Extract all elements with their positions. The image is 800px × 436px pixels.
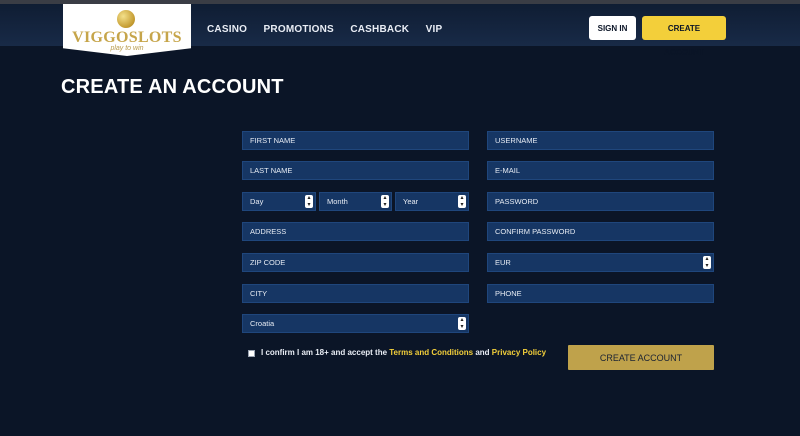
dob-year-select[interactable]: Year ▴ ▾ [395, 192, 469, 211]
main-nav: CASINO PROMOTIONS CASHBACK VIP [207, 19, 454, 39]
city-field[interactable]: CITY [242, 284, 469, 303]
zip-code-field[interactable]: ZIP CODE [242, 253, 469, 272]
site-header: VIGGOSLOTS play to win CASINO PROMOTIONS… [0, 4, 800, 57]
create-account-submit-button[interactable]: CREATE ACCOUNT [568, 345, 714, 370]
dob-day-select[interactable]: Day ▴ ▾ [242, 192, 316, 211]
currency-value: EUR [495, 258, 511, 267]
address-field[interactable]: ADDRESS [242, 222, 469, 241]
sign-in-button[interactable]: SIGN IN [589, 16, 636, 40]
nav-promotions[interactable]: PROMOTIONS [264, 24, 334, 35]
country-select[interactable]: Croatia ▴ ▾ [242, 314, 469, 333]
first-name-field[interactable]: FIRST NAME [242, 131, 469, 150]
logo-emblem-icon [117, 10, 135, 28]
select-arrows-icon: ▴ ▾ [305, 195, 313, 208]
email-field[interactable]: E-MAIL [487, 161, 714, 180]
dob-month-value: Month [327, 197, 348, 206]
dob-year-value: Year [403, 197, 419, 206]
dob-month-select[interactable]: Month ▴ ▾ [319, 192, 392, 211]
logo-tagline: play to win [110, 45, 144, 52]
select-arrows-icon: ▴ ▾ [703, 256, 711, 269]
header-create-account-button[interactable]: CREATE ACCOUNT [642, 16, 726, 57]
select-arrows-icon: ▴ ▾ [381, 195, 389, 208]
currency-select[interactable]: EUR ▴ ▾ [487, 253, 714, 272]
country-value: Croatia [250, 319, 275, 328]
username-field[interactable]: USERNAME [487, 131, 714, 150]
dob-day-value: Day [250, 197, 264, 206]
nav-cashback[interactable]: CASHBACK [350, 24, 409, 35]
privacy-link[interactable]: Privacy Policy [492, 348, 546, 357]
page-title: CREATE AN ACCOUNT [61, 76, 284, 98]
consent-and: and [473, 348, 492, 357]
select-arrows-icon: ▴ ▾ [458, 317, 466, 330]
confirm-password-field[interactable]: CONFIRM PASSWORD [487, 222, 714, 241]
terms-link[interactable]: Terms and Conditions [389, 348, 473, 357]
consent-text: I confirm I am 18+ and accept the Terms … [261, 348, 546, 357]
nav-vip[interactable]: VIP [426, 24, 443, 35]
site-logo[interactable]: VIGGOSLOTS play to win [63, 4, 191, 56]
phone-field[interactable]: PHONE [487, 284, 714, 303]
password-field[interactable]: PASSWORD [487, 192, 714, 211]
age-terms-checkbox[interactable] [248, 350, 255, 357]
last-name-field[interactable]: LAST NAME [242, 161, 469, 180]
select-arrows-icon: ▴ ▾ [458, 195, 466, 208]
consent-prefix: I confirm I am 18+ and accept the [261, 348, 390, 357]
nav-casino[interactable]: CASINO [207, 24, 247, 35]
